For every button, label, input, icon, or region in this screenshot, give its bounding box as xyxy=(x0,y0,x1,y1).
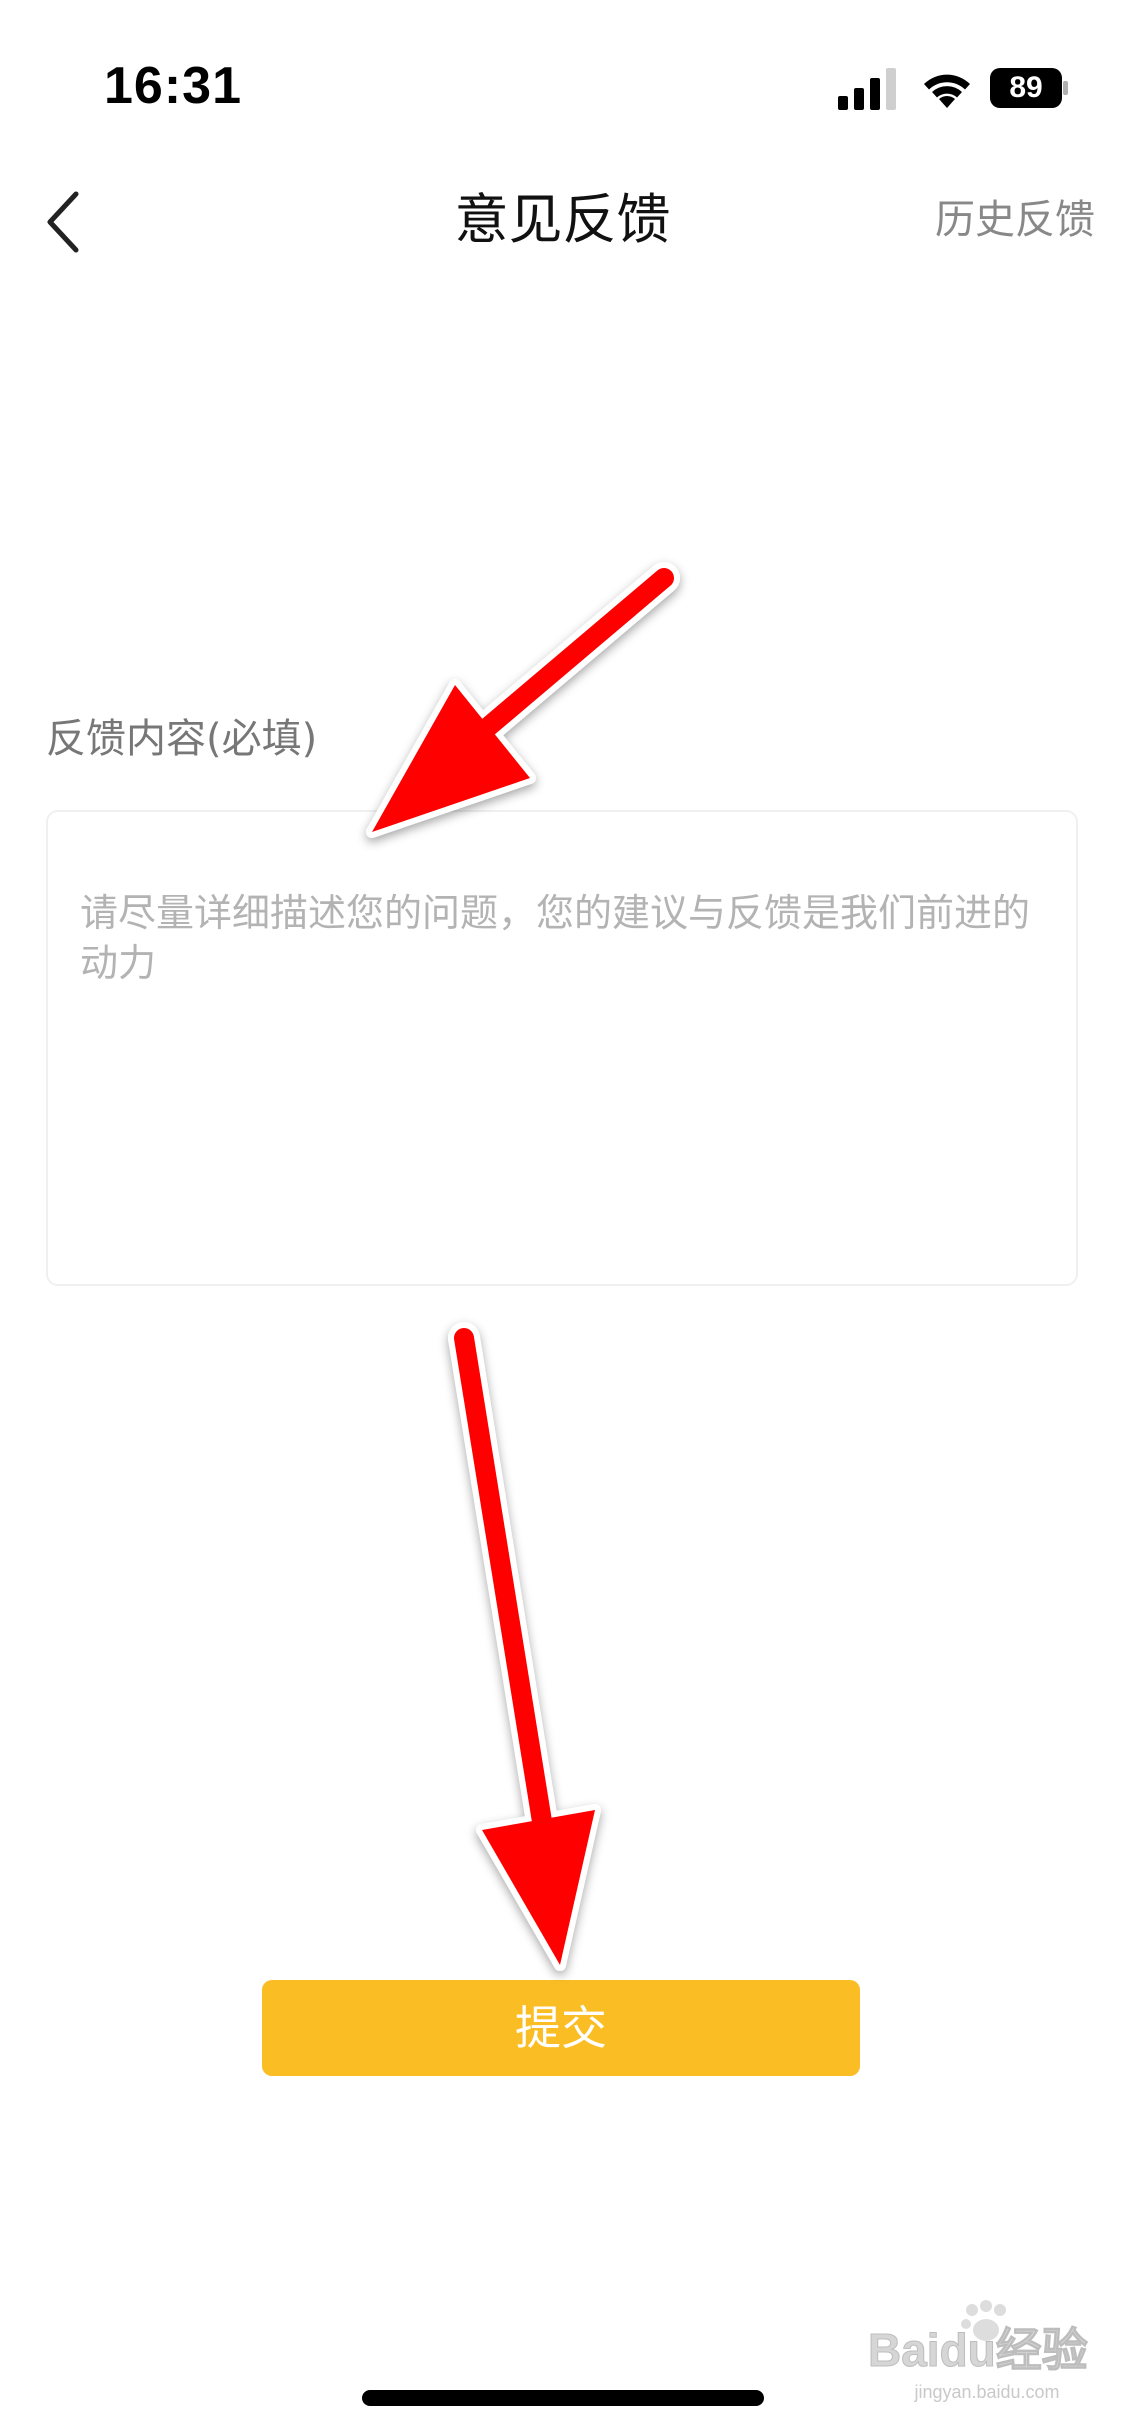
battery-level: 89 xyxy=(1009,71,1043,104)
status-bar: 16:31 89 xyxy=(0,0,1125,150)
baidu-logo: Baidu经验 xyxy=(868,2300,1088,2377)
back-button[interactable] xyxy=(36,182,96,262)
submit-button[interactable]: 提交 xyxy=(262,1980,860,2076)
baidu-watermark: Baidu经验 jingyan.baidu.com xyxy=(862,2300,1112,2410)
feedback-textarea[interactable] xyxy=(48,812,1076,1284)
feedback-content-label: 反馈内容(必填) xyxy=(46,716,318,762)
wifi-icon xyxy=(924,74,970,108)
navigation-bar: 意见反馈 历史反馈 xyxy=(0,160,1125,280)
chevron-left-icon xyxy=(47,191,79,253)
feedback-screen: 16:31 89 意见反馈 历史反馈 反馈内容(必填) 请尽量详细描述您的问题，… xyxy=(0,0,1125,2436)
status-time: 16:31 xyxy=(104,57,242,115)
battery-icon: 89 xyxy=(990,68,1068,108)
status-icons: 89 xyxy=(838,66,1078,110)
feedback-input-container xyxy=(46,810,1078,1286)
history-feedback-link[interactable]: 历史反馈 xyxy=(935,160,1095,280)
watermark-url: jingyan.baidu.com xyxy=(914,2382,1060,2402)
cellular-signal-icon xyxy=(838,68,896,110)
svg-text:Baidu经验: Baidu经验 xyxy=(868,2324,1088,2376)
home-indicator[interactable] xyxy=(362,2390,764,2406)
annotation-arrow-to-submit xyxy=(448,1322,601,1971)
annotation-arrow-to-input xyxy=(366,562,680,838)
